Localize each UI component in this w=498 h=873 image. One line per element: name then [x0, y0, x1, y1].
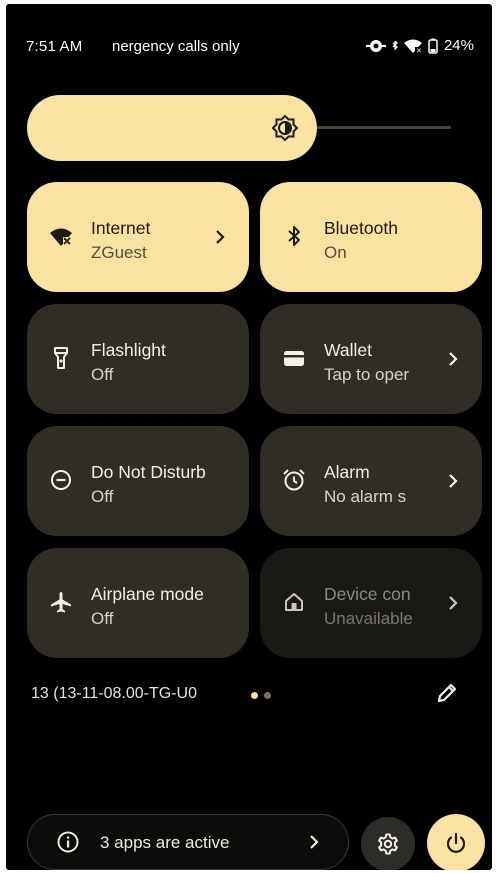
tile-sub: Unavailable	[324, 609, 413, 628]
tile-label: Do Not Disturb	[91, 462, 206, 482]
tile-label: Airplane mode	[91, 584, 204, 604]
tile-alarm[interactable]: Alarm No alarm s	[260, 426, 482, 536]
wifi-icon	[49, 224, 73, 248]
wallet-icon	[282, 346, 306, 370]
airplane-icon	[49, 590, 73, 614]
tile-sub: Off	[91, 609, 114, 628]
tile-device-controls[interactable]: Device con Unavailable	[260, 548, 482, 658]
page-indicator[interactable]	[251, 692, 271, 699]
flashlight-icon	[49, 346, 73, 370]
tile-label: Device con	[324, 584, 411, 604]
bluetooth-icon	[282, 224, 306, 248]
tile-label: Bluetooth	[324, 218, 398, 238]
quick-settings-panel: 7:51 AM nergency calls only ✕ 24% Intern…	[6, 4, 492, 870]
tile-sub: ZGuest	[91, 243, 147, 262]
do-not-disturb-icon	[49, 468, 73, 492]
chevron-right-icon	[446, 593, 460, 613]
home-icon	[282, 590, 306, 614]
brightness-slider[interactable]	[27, 95, 454, 161]
carrier-text: nergency calls only	[112, 38, 240, 55]
pencil-icon[interactable]	[434, 680, 460, 706]
tile-sub: Off	[91, 365, 114, 384]
chevron-right-icon	[446, 349, 460, 369]
build-number[interactable]: 13 (13-11-08.00-TG-U0	[31, 685, 197, 703]
tile-sub: Tap to oper	[324, 365, 410, 384]
tile-sub: No alarm s	[324, 487, 407, 506]
tile-sub: Off	[91, 487, 114, 506]
tile-label: Flashlight	[91, 340, 166, 360]
tile-label: Internet	[91, 218, 151, 238]
tile-wallet[interactable]: Wallet Tap to oper	[260, 304, 482, 414]
tile-bluetooth[interactable]: Bluetooth On	[260, 182, 482, 292]
tile-sub: On	[324, 243, 347, 262]
status-bar: 7:51 AM nergency calls only ✕ 24%	[6, 36, 492, 60]
settings-button[interactable]	[361, 817, 415, 870]
tile-internet[interactable]: Internet ZGuest	[27, 182, 249, 292]
tile-do-not-disturb[interactable]: Do Not Disturb Off	[27, 426, 249, 536]
page-dot	[251, 692, 258, 699]
power-button[interactable]	[427, 814, 485, 870]
battery-percent: 24%	[443, 37, 474, 54]
alarm-icon	[282, 468, 306, 492]
tile-label: Wallet	[324, 340, 372, 360]
tile-label: Alarm	[324, 462, 370, 482]
active-apps-button[interactable]: 3 apps are active	[27, 814, 349, 870]
info-icon	[56, 830, 80, 854]
wifi-icon: ✕	[403, 39, 422, 53]
bluetooth-small-icon	[392, 40, 398, 51]
chevron-right-icon	[446, 471, 460, 491]
tile-flashlight[interactable]: Flashlight Off	[27, 304, 249, 414]
status-icons: ✕ 24%	[365, 37, 474, 54]
battery-icon	[428, 38, 438, 54]
active-apps-label: 3 apps are active	[100, 833, 230, 852]
brightness-icon	[271, 114, 299, 142]
eye-icon	[365, 38, 386, 54]
tile-airplane-mode[interactable]: Airplane mode Off	[27, 548, 249, 658]
page-dot	[264, 692, 271, 699]
svg-text:✕: ✕	[416, 48, 422, 53]
chevron-right-icon	[213, 227, 227, 247]
status-time: 7:51 AM	[26, 38, 83, 55]
chevron-right-icon	[308, 833, 320, 851]
brightness-track[interactable]	[317, 126, 451, 129]
